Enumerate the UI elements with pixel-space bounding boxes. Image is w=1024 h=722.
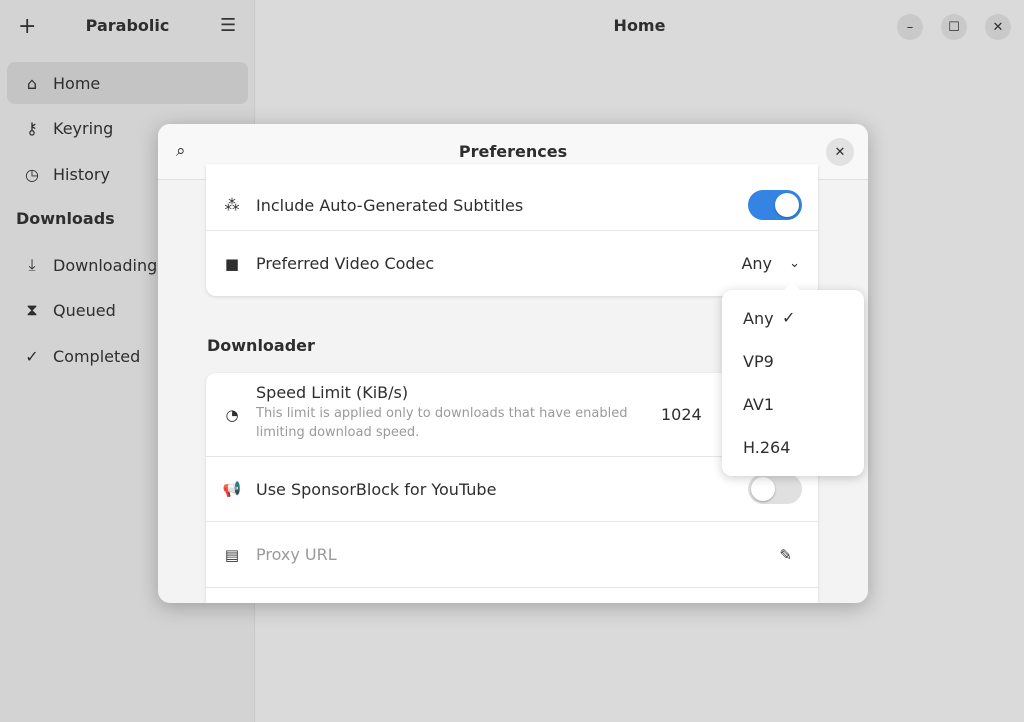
menu-icon[interactable]: ☰ [220, 15, 236, 36]
video-codec-row[interactable]: ■ Preferred Video Codec Any ⌄ [206, 231, 818, 296]
section-downloads: Downloads [16, 209, 115, 228]
speed-limit-value[interactable]: 1024 [661, 405, 702, 424]
close-dialog-button[interactable]: ✕ [826, 138, 854, 166]
sidebar-item-label: Completed [53, 346, 141, 366]
close-window-button[interactable]: ✕ [985, 14, 1011, 40]
video-codec-label: Preferred Video Codec [256, 254, 435, 273]
check-circle-icon: ✓ [25, 346, 39, 366]
sidebar-header: + Parabolic ☰ [0, 0, 254, 52]
minimize-button[interactable]: – [897, 14, 923, 40]
proxy-url-row[interactable]: ▤ Proxy URL ✎ [206, 522, 818, 588]
sponsorblock-toggle[interactable] [748, 474, 802, 504]
download-icon: ⤓ [28, 255, 36, 274]
sidebar-item-home[interactable]: ⌂ Home [7, 62, 248, 104]
sidebar-item-label: Downloading [53, 255, 158, 275]
sidebar-item-label: Home [53, 73, 101, 93]
chevron-down-icon[interactable]: ⌄ [789, 256, 800, 271]
sidebar-item-label: Keyring [53, 118, 114, 138]
app-title: Parabolic [85, 16, 170, 35]
video-camera-icon: ■ [224, 254, 240, 273]
server-icon: ▤ [224, 545, 240, 564]
hourglass-icon: ⧗ [26, 300, 38, 319]
speed-limit-label: Speed Limit (KiB/s) [256, 383, 409, 402]
maximize-button[interactable]: ☐ [941, 14, 967, 40]
downloader-heading: Downloader [207, 336, 315, 355]
subtitles-icon: ⁂ [224, 196, 240, 214]
proxy-url-input[interactable]: Proxy URL [256, 545, 337, 564]
subtitles-row: ⁂ Include Auto-Generated Subtitles [206, 180, 818, 231]
checkmark-icon: ✓ [782, 308, 796, 327]
speedometer-icon: ◔ [225, 405, 239, 424]
subtitles-toggle[interactable] [748, 190, 802, 220]
key-icon: ⚷ [26, 118, 38, 138]
codec-dropdown-menu: Any ✓ VP9 AV1 H.264 [722, 282, 864, 476]
codec-option-av1[interactable]: AV1 [743, 395, 774, 414]
sidebar-item-label: Queued [53, 300, 116, 320]
speed-limit-description: This limit is applied only to downloads … [256, 406, 628, 440]
video-settings-group: ⁂ Include Auto-Generated Subtitles ■ Pre… [206, 164, 818, 296]
sponsorblock-label: Use SponsorBlock for YouTube [256, 479, 497, 499]
dialog-title: Preferences [458, 142, 568, 161]
megaphone-icon: 📢 [222, 480, 242, 498]
history-icon: ◷ [25, 164, 39, 184]
codec-option-vp9[interactable]: VP9 [743, 352, 774, 371]
codec-option-h264[interactable]: H.264 [743, 438, 790, 457]
codec-option-any[interactable]: Any [743, 309, 774, 328]
edit-icon[interactable]: ✎ [779, 546, 792, 564]
video-codec-value[interactable]: Any [741, 254, 772, 273]
home-icon: ⌂ [26, 73, 38, 93]
subtitles-label: Include Auto-Generated Subtitles [256, 195, 524, 215]
sidebar-item-label: History [53, 164, 110, 184]
